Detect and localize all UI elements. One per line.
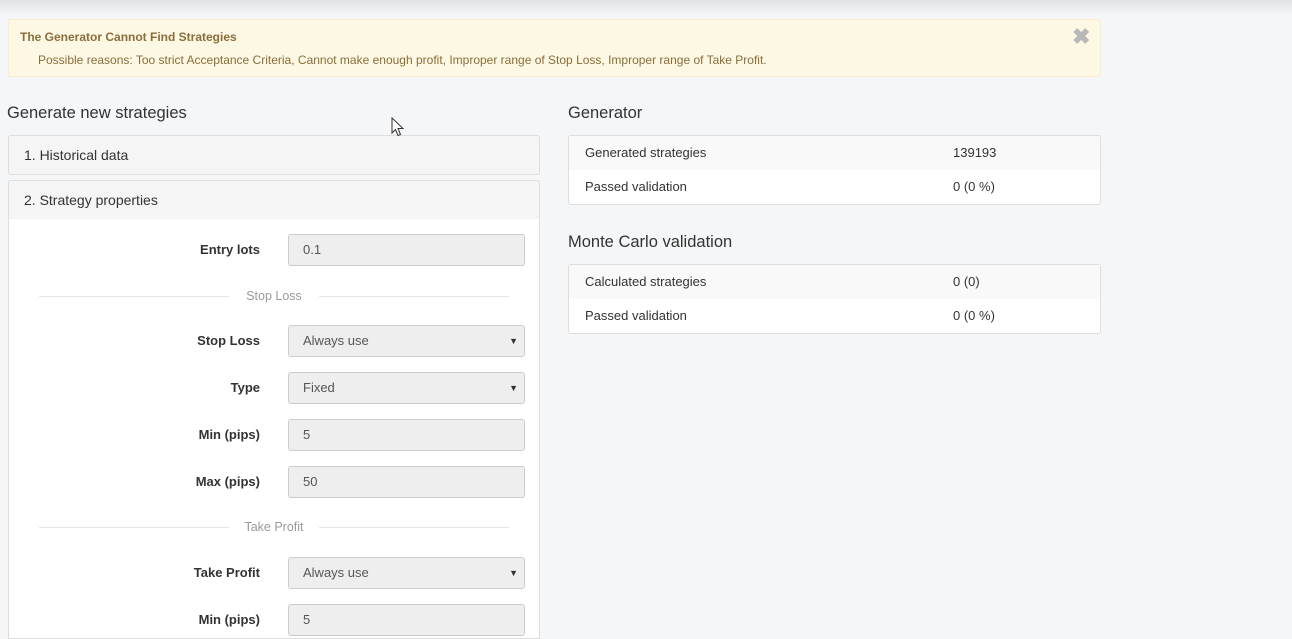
- passed-validation-label: Passed validation: [585, 179, 687, 194]
- entry-lots-row: Entry lots 0.1: [9, 234, 541, 266]
- generated-strategies-value: 139193: [953, 145, 997, 160]
- monte-carlo-stats-table: Calculated strategies 0 (0) Passed valid…: [568, 264, 1101, 334]
- sl-type-value: Fixed: [303, 380, 335, 395]
- take-profit-divider-label: Take Profit: [244, 520, 304, 534]
- stop-loss-divider-label: Stop Loss: [246, 289, 302, 303]
- generator-stats-table: Generated strategies 139193 Passed valid…: [568, 135, 1101, 205]
- take-profit-value: Always use: [303, 565, 369, 580]
- sl-max-input[interactable]: 50: [288, 466, 525, 498]
- panel-historical-data[interactable]: 1. Historical data: [8, 135, 540, 175]
- sl-min-value: 5: [303, 427, 311, 442]
- take-profit-select[interactable]: Always use ▼: [288, 557, 525, 589]
- take-profit-divider: Take Profit: [39, 518, 509, 536]
- sl-max-row: Max (pips) 50: [9, 466, 541, 498]
- tp-min-label: Min (pips): [198, 612, 260, 627]
- stop-loss-label: Stop Loss: [197, 333, 260, 348]
- chevron-down-icon: ▼: [509, 383, 518, 393]
- tp-min-value: 5: [303, 612, 311, 627]
- calculated-strategies-label: Calculated strategies: [585, 274, 707, 289]
- tp-min-row: Min (pips) 5: [9, 604, 541, 636]
- sl-max-label: Max (pips): [195, 474, 260, 489]
- sl-max-value: 50: [303, 474, 318, 489]
- calculated-strategies-value: 0 (0): [953, 274, 980, 289]
- sl-type-select[interactable]: Fixed ▼: [288, 372, 525, 404]
- stop-loss-select[interactable]: Always use ▼: [288, 325, 525, 357]
- sl-type-row: Type Fixed ▼: [9, 372, 541, 404]
- alert-message: Possible reasons: Too strict Acceptance …: [38, 53, 767, 67]
- mc-passed-validation-label: Passed validation: [585, 308, 687, 323]
- stop-loss-divider: Stop Loss: [39, 287, 509, 305]
- table-row: Passed validation 0 (0 %): [569, 299, 1100, 333]
- mc-passed-validation-value: 0 (0 %): [953, 308, 995, 323]
- sl-min-row: Min (pips) 5: [9, 419, 541, 451]
- stop-loss-row: Stop Loss Always use ▼: [9, 325, 541, 357]
- stop-loss-value: Always use: [303, 333, 369, 348]
- sl-min-input[interactable]: 5: [288, 419, 525, 451]
- sl-type-label: Type: [230, 380, 260, 395]
- table-row: Passed validation 0 (0 %): [569, 170, 1100, 204]
- passed-validation-value: 0 (0 %): [953, 179, 995, 194]
- sl-min-label: Min (pips): [198, 427, 260, 442]
- strategy-properties-body: Entry lots 0.1 Stop Loss Stop Loss Alway…: [8, 219, 540, 639]
- generator-title: Generator: [568, 104, 643, 122]
- entry-lots-value: 0.1: [303, 242, 322, 257]
- close-icon[interactable]: ✖: [1072, 26, 1090, 48]
- top-bar: [0, 0, 1292, 14]
- chevron-down-icon: ▼: [509, 336, 518, 346]
- generated-strategies-label: Generated strategies: [585, 145, 707, 160]
- mouse-cursor-icon: [391, 117, 405, 137]
- alert-title: The Generator Cannot Find Strategies: [20, 30, 237, 44]
- take-profit-row: Take Profit Always use ▼: [9, 557, 541, 589]
- table-row: Calculated strategies 0 (0): [569, 265, 1100, 299]
- generate-title: Generate new strategies: [7, 104, 187, 122]
- table-row: Generated strategies 139193: [569, 136, 1100, 170]
- entry-lots-input[interactable]: 0.1: [288, 234, 525, 266]
- entry-lots-label: Entry lots: [200, 242, 260, 257]
- panel-strategy-properties[interactable]: 2. Strategy properties: [8, 180, 540, 220]
- take-profit-label: Take Profit: [193, 565, 260, 580]
- warning-alert: The Generator Cannot Find Strategies Pos…: [8, 19, 1101, 77]
- tp-min-input[interactable]: 5: [288, 604, 525, 636]
- monte-carlo-title: Monte Carlo validation: [568, 233, 733, 251]
- chevron-down-icon: ▼: [509, 568, 518, 578]
